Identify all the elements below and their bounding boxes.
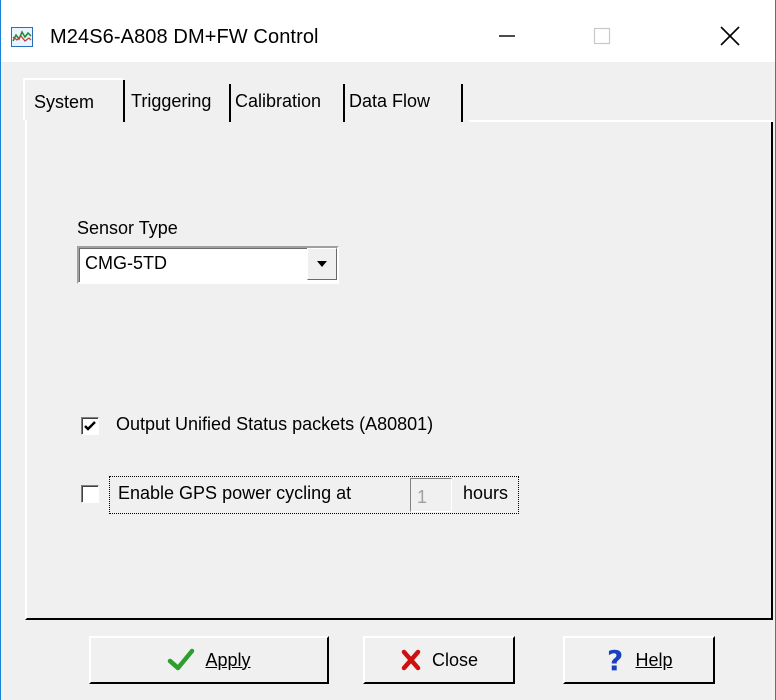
- help-button[interactable]: ? Help: [563, 636, 715, 684]
- system-tab-panel: [25, 120, 773, 620]
- help-label: Help: [635, 649, 673, 670]
- sensor-type-label: Sensor Type: [77, 218, 178, 238]
- minimize-button[interactable]: [462, 10, 552, 62]
- tab-calibration[interactable]: Calibration: [231, 82, 343, 122]
- apply-button[interactable]: Apply: [89, 636, 329, 684]
- dropdown-button[interactable]: [307, 248, 337, 280]
- tab-calibration-label: Calibration: [235, 91, 322, 111]
- close-window-button[interactable]: [685, 10, 775, 62]
- close-button[interactable]: Close: [363, 636, 515, 684]
- minimize-icon: [499, 35, 515, 37]
- tab-data-flow-label: Data Flow: [349, 91, 431, 111]
- unified-status-checkbox[interactable]: [81, 417, 99, 435]
- tab-divider: [461, 84, 463, 122]
- maximize-button[interactable]: [557, 10, 647, 62]
- svg-text:?: ?: [607, 646, 623, 674]
- close-icon: [720, 26, 740, 46]
- apply-label: Apply: [205, 649, 251, 670]
- sensor-type-dropdown[interactable]: CMG-5TD: [77, 246, 339, 284]
- question-mark-icon: ?: [607, 646, 623, 674]
- tab-triggering-label: Triggering: [131, 91, 212, 111]
- gps-hours-input[interactable]: [410, 478, 452, 512]
- tab-data-flow[interactable]: Data Flow: [345, 82, 463, 122]
- tab-system[interactable]: System: [23, 78, 125, 122]
- title-bar[interactable]: M24S6-A808 DM+FW Control: [1, 0, 775, 62]
- chart-app-icon: [11, 27, 33, 47]
- hours-label: hours: [463, 483, 509, 503]
- window-title: M24S6-A808 DM+FW Control: [50, 26, 319, 48]
- dialog-window: M24S6-A808 DM+FW Control System Triggeri…: [0, 0, 776, 700]
- tab-system-label: System: [34, 92, 95, 112]
- checkmark-icon: [168, 648, 195, 671]
- gps-power-cycling-label[interactable]: Enable GPS power cycling at: [118, 483, 351, 504]
- tab-triggering[interactable]: Triggering: [125, 82, 229, 122]
- unified-status-label[interactable]: Output Unified Status packets (A80801): [116, 414, 433, 435]
- chevron-down-icon: [317, 261, 327, 267]
- red-x-icon: [401, 649, 421, 671]
- sensor-type-value: CMG-5TD: [85, 253, 167, 273]
- panel-border: [469, 120, 773, 122]
- gps-power-cycling-checkbox[interactable]: [81, 485, 99, 503]
- checkmark-icon: [84, 421, 96, 431]
- maximize-icon: [593, 27, 611, 45]
- close-label: Close: [431, 649, 479, 670]
